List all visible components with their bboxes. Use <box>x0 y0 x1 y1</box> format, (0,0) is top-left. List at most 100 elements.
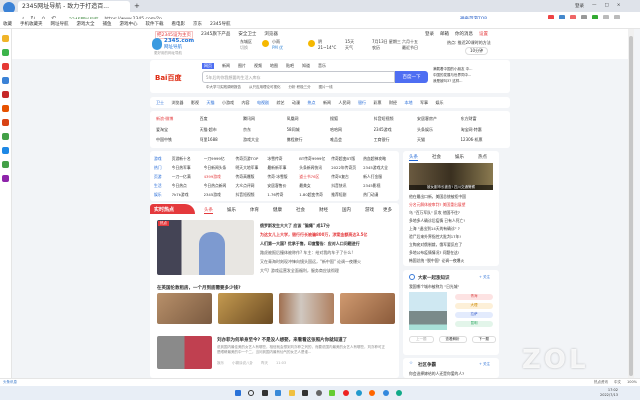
history-icon[interactable] <box>2 49 9 56</box>
status-item[interactable]: 中文 <box>614 380 621 385</box>
right-news-item[interactable]: 多地公布疫情情况? 问题在这! <box>409 249 497 257</box>
next-question-button[interactable]: 下一题 <box>471 336 496 343</box>
community-follow-button[interactable]: + 关注 <box>479 362 490 367</box>
mail-link[interactable]: 邮箱 <box>440 31 449 37</box>
site-link[interactable]: 腾讯网 <box>243 116 287 122</box>
category-link[interactable]: 传奇高爆版 <box>235 174 267 180</box>
category-link[interactable]: 大众点评网 <box>235 183 267 189</box>
category-link[interactable]: 今日新闻头条 <box>204 165 236 171</box>
hot-news-item[interactable]: 大气! 游戏运营发全面福利，服务商应该彻理 <box>260 266 396 275</box>
quiz-option[interactable]: 昆明 <box>455 321 493 327</box>
site-link[interactable]: 2345游戏 <box>374 127 418 133</box>
rent-image[interactable] <box>218 293 273 324</box>
hot-tab[interactable]: 游戏 <box>365 207 374 214</box>
nav-item[interactable]: 财经 <box>389 100 397 105</box>
bookmark[interactable]: 京东 <box>193 21 202 27</box>
clock[interactable]: 17:02 2022/7/13 <box>600 388 618 398</box>
tab-web[interactable]: 网页 <box>202 63 214 69</box>
search-hint[interactable]: 中大学习实践调研报告 <box>206 85 241 90</box>
nav-item[interactable]: 动漫 <box>292 100 300 105</box>
hot-item[interactable]: 我是被叫3? 这样... <box>433 78 472 84</box>
login-link[interactable]: 登录 <box>425 31 434 37</box>
category-link[interactable]: 一刀9999亿 <box>204 156 236 162</box>
site-link[interactable]: 携程旅行 <box>287 137 331 143</box>
hot-hint[interactable]: 热点: 推迟20课时的方法 <box>447 40 491 46</box>
tab-hot[interactable]: 热点 <box>478 154 487 161</box>
app-icon[interactable] <box>2 175 9 182</box>
site-link[interactable]: 搜狐 <box>330 116 374 122</box>
category-link[interactable]: 传奇·冰雪版 <box>267 174 299 180</box>
site-link[interactable]: 哈哈网 <box>330 127 374 133</box>
top-link[interactable]: 安全卫士 <box>238 31 256 39</box>
category-link[interactable]: 2022年传奇页 <box>331 165 363 171</box>
tab-music[interactable]: 音乐 <box>318 63 326 69</box>
right-news-item[interactable]: 多地多人确诊后疫情 已有人死亡! <box>409 217 497 225</box>
category-link[interactable]: 热血超神攻略 <box>363 156 395 162</box>
tab-map[interactable]: 地图 <box>270 63 278 69</box>
tab-news[interactable]: 新闻 <box>222 63 230 69</box>
site-link[interactable]: 唯品会 <box>330 137 374 143</box>
nav-item[interactable]: 热点 <box>308 100 316 105</box>
bookmark[interactable]: 捕鱼 <box>103 21 112 27</box>
hot-news-item[interactable]: 为这女儿上大学，银行行长被骗800万，涉案金额高达3.5亿 <box>260 230 396 239</box>
nav-item[interactable]: 浏览器 <box>172 100 184 105</box>
search-hint[interactable]: 从只应用理论可视化 <box>249 85 281 90</box>
browser-tab[interactable]: 2345网址导航 - 致力于打造百... <box>18 1 130 12</box>
edge-icon[interactable] <box>396 390 403 396</box>
right-news-item[interactable]: 上海 "退出到14天的有确诊" ? <box>409 225 497 233</box>
category-link[interactable]: 最新新军事 <box>267 165 299 171</box>
category-link[interactable]: 头条新闻快讯 <box>299 165 331 171</box>
category-link[interactable]: 新人打金服 <box>363 174 395 180</box>
forecast-sub[interactable]: 天气 <box>345 45 353 51</box>
category-link[interactable]: BT传奇9999亿 <box>299 156 331 162</box>
category-link[interactable]: 今日热军事 <box>172 165 204 171</box>
nav-item[interactable]: 新闻 <box>323 100 331 105</box>
widgets-icon[interactable] <box>275 390 282 396</box>
bookmark[interactable]: 看电影 <box>172 21 186 27</box>
app-icon[interactable] <box>329 390 336 396</box>
favorites-icon[interactable] <box>2 35 9 42</box>
category-link[interactable]: 一刀一亿满 <box>172 174 204 180</box>
category-link[interactable]: 今日热点 <box>172 183 204 189</box>
category-link[interactable]: 抖音快讯 <box>331 183 363 189</box>
nav-item[interactable]: 娱乐 <box>436 100 444 105</box>
site-logo[interactable]: 2345.com 网址导航 更好用的网址导航 <box>152 38 197 56</box>
site-link[interactable]: 东方财富 <box>461 116 505 122</box>
view-answer-button[interactable]: 查看解析 <box>438 336 467 343</box>
site-link[interactable]: 58同城 <box>287 127 331 133</box>
rent-image[interactable] <box>340 293 395 324</box>
site-link[interactable]: 12306·机票 <box>461 137 505 143</box>
bookmark[interactable]: 游戏大全 <box>77 21 95 27</box>
hot-tab[interactable]: 社会 <box>296 207 305 214</box>
article-title[interactable]: 刘亦菲为何单身至今? 不是没人想娶，来看看这张照片你就知道了 <box>217 337 347 343</box>
category-link[interactable]: 传奇页游TOP <box>235 156 267 162</box>
category-link[interactable]: 道士书76区 <box>299 174 331 180</box>
tab-headlines[interactable]: 头条 <box>409 154 418 161</box>
hot-tab[interactable]: 头条 <box>204 207 213 214</box>
nav-item[interactable]: 银行 <box>358 100 366 105</box>
category-link[interactable]: 传奇超变BT版 <box>331 156 363 162</box>
nav-item[interactable]: 电视剧 <box>257 100 269 105</box>
hot-tab[interactable]: 健康 <box>273 207 282 214</box>
right-news-item[interactable]: 立陶宛对俄制裁，俄军要反应了 <box>409 241 497 249</box>
app-icon[interactable] <box>369 390 376 396</box>
hot-news-item[interactable]: 路虎被报后撞体被称作? 车主：给对我的车子了什么! <box>260 248 396 257</box>
status-left[interactable]: 头条讯息 <box>3 380 17 385</box>
rent-image[interactable] <box>157 293 212 324</box>
app-icon[interactable] <box>2 133 9 140</box>
hot-tab[interactable]: 国内 <box>342 207 351 214</box>
start-icon[interactable] <box>235 390 241 396</box>
top-link[interactable]: 浏览器 <box>264 31 278 39</box>
category-link[interactable]: 4399游戏 <box>204 174 236 180</box>
category-link[interactable]: 最美女 <box>299 183 331 189</box>
category-link[interactable]: 1.80超变传奇 <box>299 192 331 198</box>
nav-item[interactable]: 内容 <box>242 100 250 105</box>
app-icon[interactable] <box>2 77 9 84</box>
site-link[interactable]: 天猫 <box>417 137 461 143</box>
city-switch[interactable]: 切换 <box>240 45 248 51</box>
nav-item[interactable]: 卫士 <box>156 100 164 105</box>
category-link[interactable]: 今日热点新闻 <box>204 183 236 189</box>
site-link[interactable]: 抖音短视频 <box>374 116 418 122</box>
nav-item[interactable]: 综艺 <box>277 100 285 105</box>
site-link[interactable]: 京东 <box>243 127 287 133</box>
